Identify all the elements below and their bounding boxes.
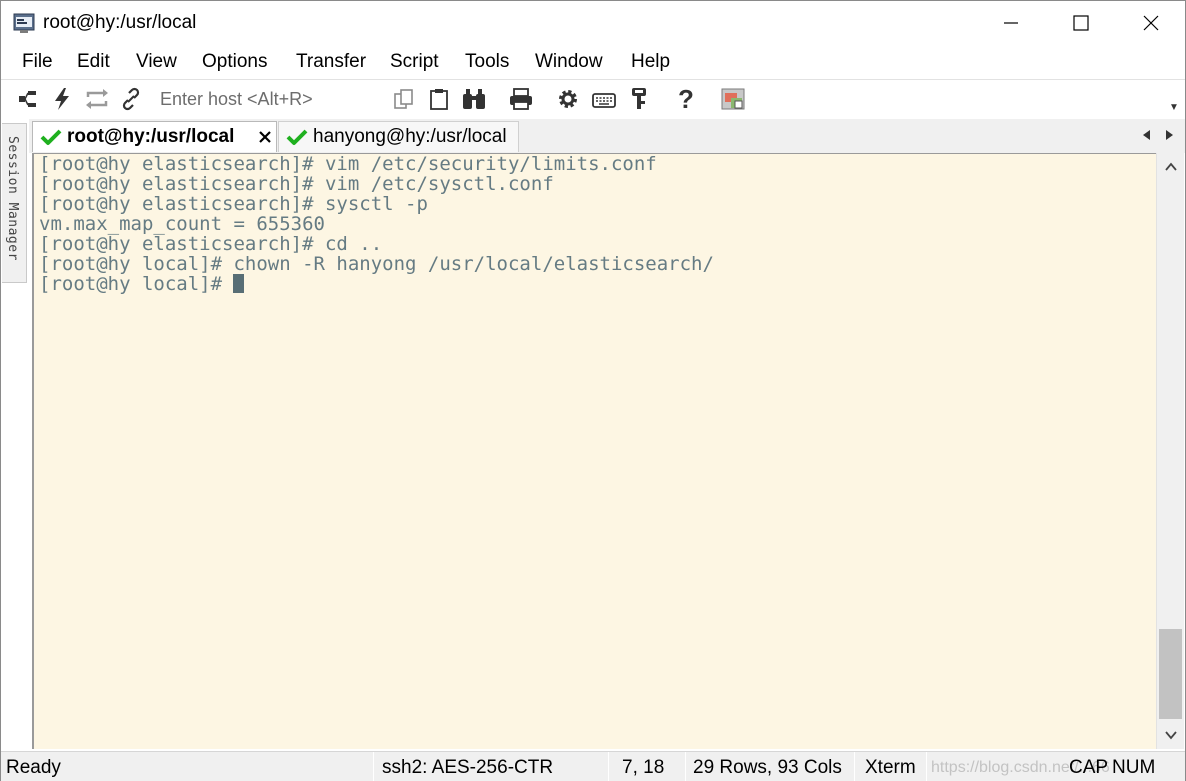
sftp-icon[interactable] (719, 85, 747, 113)
help-icon[interactable]: ? (672, 85, 700, 113)
session-manager-tab[interactable]: Session Manager (2, 123, 27, 283)
find-icon[interactable] (460, 85, 488, 113)
menu-window[interactable]: Window (535, 51, 603, 73)
menu-tools[interactable]: Tools (465, 51, 509, 73)
status-cipher: ssh2: AES-256-CTR (382, 757, 554, 778)
status-emulation: Xterm (865, 757, 916, 778)
menu-options[interactable]: Options (202, 51, 267, 73)
menu-edit[interactable]: Edit (77, 51, 110, 73)
title-bar: root@hy:/usr/local (1, 1, 1185, 45)
minimize-button[interactable] (976, 1, 1046, 45)
terminal-scrollbar[interactable] (1156, 153, 1184, 749)
terminal-line: [root@hy local]# chown -R hanyong /usr/l… (39, 253, 714, 275)
keymap-icon[interactable] (590, 85, 618, 113)
toolbar-overflow-icon[interactable]: ▼ (1169, 102, 1179, 113)
menu-script[interactable]: Script (390, 51, 439, 73)
status-num-lock: NUM (1112, 757, 1156, 778)
minimize-icon (1004, 22, 1018, 24)
close-icon (1143, 15, 1159, 31)
quick-connect-icon[interactable] (48, 85, 76, 113)
menu-view[interactable]: View (136, 51, 177, 73)
maximize-button[interactable] (1046, 1, 1116, 45)
status-separator (926, 752, 927, 781)
scrollbar-thumb[interactable] (1159, 629, 1182, 719)
tab-scroll-right-icon[interactable] (1162, 128, 1176, 142)
paste-icon[interactable] (425, 85, 453, 113)
toolbar-separator (544, 84, 545, 116)
terminal-prompt-line: [root@hy local]# (39, 273, 245, 295)
terminal-prompt: [root@hy local]# (39, 273, 234, 295)
status-separator (608, 752, 609, 781)
securecrt-window: root@hy:/usr/local File Edit View Option… (0, 0, 1186, 781)
status-bar: Ready ssh2: AES-256-CTR 7, 18 29 Rows, 9… (1, 751, 1185, 781)
terminal-line: [root@hy elasticsearch]# cd .. (39, 233, 383, 255)
tab-hanyong-session[interactable]: hanyong@hy:/usr/local (278, 121, 519, 152)
host-input[interactable]: Enter host <Alt+R> (151, 85, 373, 113)
close-tab-icon[interactable] (257, 129, 273, 145)
status-cursor-position: 7, 18 (622, 757, 665, 778)
status-terminal-size: 29 Rows, 93 Cols (693, 757, 842, 778)
copy-icon[interactable] (390, 85, 418, 113)
svg-text:?: ? (678, 86, 694, 112)
terminal-line: [root@hy elasticsearch]# sysctl -p (39, 193, 428, 215)
scroll-down-icon[interactable] (1164, 728, 1178, 742)
menu-transfer[interactable]: Transfer (296, 51, 366, 73)
reconnect-icon[interactable] (83, 85, 111, 113)
toolbar-separator (660, 84, 661, 116)
window-title: root@hy:/usr/local (43, 12, 197, 33)
session-manager-label: Session Manager (5, 136, 20, 261)
tab-label: hanyong@hy:/usr/local (313, 126, 507, 147)
tab-scroll-left-icon[interactable] (1140, 128, 1154, 142)
print-icon[interactable] (507, 85, 535, 113)
menu-bar: File Edit View Options Transfer Script T… (1, 45, 1185, 79)
toolbar-separator (708, 84, 709, 116)
key-icon[interactable] (625, 85, 653, 113)
status-caps-lock: CAP (1069, 757, 1109, 778)
disconnect-icon[interactable] (117, 85, 145, 113)
check-icon (40, 129, 62, 145)
close-button[interactable] (1116, 1, 1186, 45)
tab-root-session[interactable]: root@hy:/usr/local (32, 121, 277, 152)
tab-label: root@hy:/usr/local (67, 126, 235, 147)
terminal-line: [root@hy elasticsearch]# vim /etc/sysctl… (39, 173, 554, 195)
toolbar-separator (378, 84, 379, 116)
terminal-line: vm.max_map_count = 655360 (39, 213, 325, 235)
status-separator (854, 752, 855, 781)
menu-file[interactable]: File (22, 51, 53, 73)
settings-icon[interactable] (554, 85, 582, 113)
connect-icon[interactable] (14, 85, 42, 113)
status-separator (685, 752, 686, 781)
terminal-output[interactable]: [root@hy elasticsearch]# vim /etc/securi… (32, 153, 1156, 749)
maximize-icon (1073, 15, 1089, 31)
terminal-cursor (233, 274, 245, 293)
scroll-up-icon[interactable] (1164, 160, 1178, 174)
toolbar-separator (497, 84, 498, 116)
status-separator (373, 752, 374, 781)
check-icon (286, 129, 308, 145)
app-icon (13, 13, 35, 33)
terminal-line: [root@hy elasticsearch]# vim /etc/securi… (39, 153, 657, 175)
toolbar: Enter host <Alt+R> ? ▼ (1, 79, 1185, 119)
status-ready: Ready (6, 757, 61, 778)
session-tab-bar: root@hy:/usr/local hanyong@hy:/usr/local (29, 119, 1185, 153)
menu-help[interactable]: Help (631, 51, 670, 73)
